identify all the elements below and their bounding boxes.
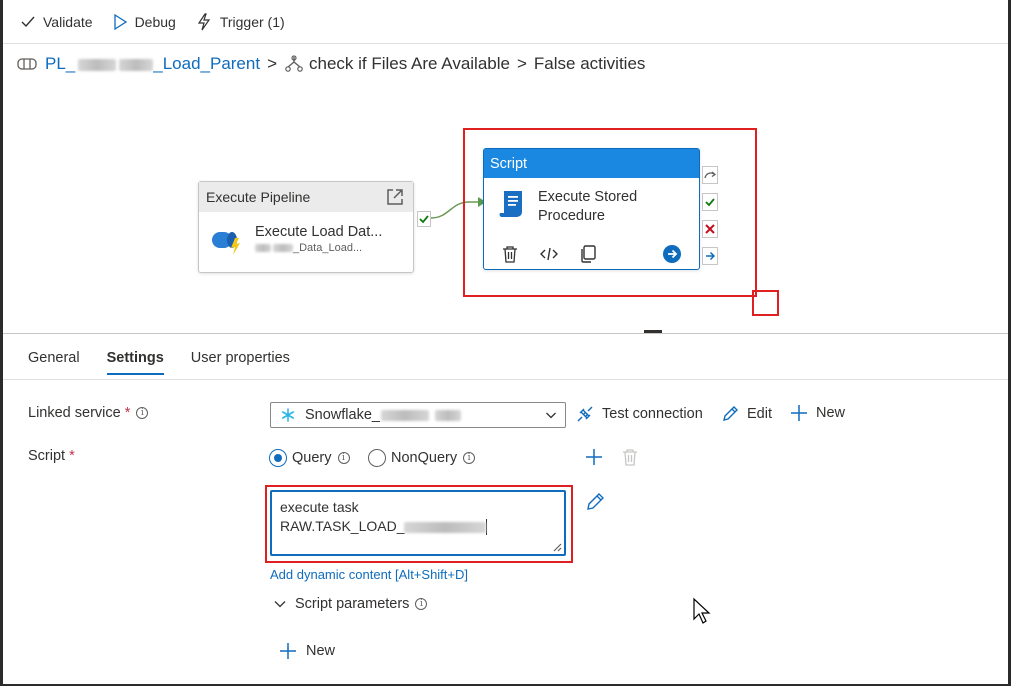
- snowflake-icon: [281, 408, 295, 422]
- delete-script-icon[interactable]: [622, 448, 638, 466]
- highlight-box: [752, 290, 779, 316]
- checkmark-icon: [419, 215, 429, 224]
- splitter-handle[interactable]: [644, 330, 662, 333]
- execute-pipeline-icon: [209, 224, 243, 256]
- breadcrumb: PL_ _Load_Parent > check if Files Are Ava…: [17, 54, 645, 74]
- add-script-icon[interactable]: [585, 448, 603, 466]
- redacted-text: [78, 59, 116, 71]
- mouse-pointer-icon: [692, 597, 712, 625]
- activity-name: Execute Load Dat...: [255, 224, 382, 240]
- linked-service-label: Linked service * i: [28, 405, 148, 421]
- lightning-icon: [196, 13, 212, 31]
- edit-label: Edit: [747, 406, 772, 422]
- test-connection-button[interactable]: Test connection: [576, 405, 703, 423]
- test-connection-label: Test connection: [602, 406, 703, 422]
- play-icon: [113, 14, 127, 30]
- new-label: New: [816, 405, 845, 421]
- breadcrumb-separator: >: [267, 54, 277, 74]
- trigger-label: Trigger (1): [220, 14, 285, 30]
- info-icon[interactable]: i: [463, 452, 475, 464]
- info-icon[interactable]: i: [136, 407, 148, 419]
- validate-button[interactable]: Validate: [21, 14, 93, 30]
- properties-tabs: General Settings User properties: [28, 350, 290, 375]
- radio-selected: [269, 449, 287, 467]
- highlight-box: [463, 128, 757, 297]
- redacted-text: [273, 244, 293, 252]
- debug-button[interactable]: Debug: [113, 14, 176, 30]
- redacted-text: [435, 410, 461, 421]
- tab-settings[interactable]: Settings: [107, 350, 164, 375]
- chevron-down-icon: [273, 597, 287, 611]
- script-label: Script *: [28, 448, 75, 464]
- required-asterisk: *: [69, 448, 75, 464]
- plus-icon: [790, 404, 808, 422]
- breadcrumb-pipeline-prefix: PL_: [45, 54, 75, 73]
- breadcrumb-condition[interactable]: check if Files Are Available: [309, 54, 510, 74]
- execute-pipeline-activity[interactable]: Execute Pipeline Execute Load Dat... _Da…: [198, 181, 414, 273]
- new-parameter-button[interactable]: New: [279, 642, 335, 660]
- checkmark-icon: [21, 16, 35, 28]
- pencil-icon: [721, 405, 739, 423]
- tab-general[interactable]: General: [28, 350, 80, 375]
- open-external-icon[interactable]: [385, 187, 405, 207]
- script-parameters-label: Script parameters: [295, 596, 409, 612]
- query-label: Query: [292, 450, 332, 466]
- linked-service-value: Snowflake_: [305, 407, 380, 423]
- linked-service-label-text: Linked service: [28, 405, 121, 421]
- pipeline-editor: Validate Debug Trigger (1) PL_ _Load_Pare…: [3, 0, 1008, 684]
- pipeline-icon: [17, 57, 37, 71]
- plug-icon: [576, 405, 594, 423]
- breadcrumb-pipeline-suffix: _Load_Parent: [153, 54, 260, 73]
- breadcrumb-branch: False activities: [534, 54, 645, 74]
- tabs-divider: [3, 379, 1008, 380]
- debug-label: Debug: [135, 14, 176, 30]
- toolbar: Validate Debug Trigger (1): [3, 0, 1008, 44]
- activity-subtitle: _Data_Load...: [255, 242, 382, 254]
- activity-header: Execute Pipeline: [199, 182, 413, 212]
- redacted-text: [119, 59, 153, 71]
- activity-subtitle-text: _Data_Load...: [293, 242, 362, 254]
- nonquery-radio[interactable]: NonQuery i: [368, 449, 475, 467]
- new-parameter-label: New: [306, 643, 335, 659]
- validate-label: Validate: [43, 14, 93, 30]
- edit-linked-service-button[interactable]: Edit: [721, 405, 772, 423]
- query-radio[interactable]: Query i: [269, 449, 350, 467]
- linked-service-select[interactable]: Snowflake_: [270, 402, 566, 428]
- trigger-button[interactable]: Trigger (1): [196, 13, 285, 31]
- redacted-text: [381, 410, 429, 421]
- radio-unselected: [368, 449, 386, 467]
- script-label-text: Script: [28, 448, 65, 464]
- nonquery-label: NonQuery: [391, 450, 457, 466]
- new-linked-service-button[interactable]: New: [790, 404, 845, 422]
- info-icon[interactable]: i: [338, 452, 350, 464]
- breadcrumb-separator: >: [517, 54, 527, 74]
- breadcrumb-pipeline-link[interactable]: PL_ _Load_Parent: [45, 54, 260, 74]
- highlight-box: [265, 485, 573, 563]
- info-icon[interactable]: i: [415, 598, 427, 610]
- required-asterisk: *: [125, 405, 131, 421]
- panel-splitter[interactable]: [3, 333, 1008, 334]
- script-parameters-toggle[interactable]: Script parameters i: [273, 596, 427, 612]
- plus-icon: [279, 642, 297, 660]
- pencil-icon[interactable]: [585, 492, 605, 512]
- activity-type-label: Execute Pipeline: [206, 189, 310, 205]
- redacted-text: [255, 244, 271, 252]
- on-success-handle[interactable]: [417, 211, 431, 227]
- chevron-down-icon: [545, 409, 557, 421]
- tab-user-properties[interactable]: User properties: [191, 350, 290, 375]
- if-condition-icon: [284, 55, 304, 73]
- add-dynamic-content-link[interactable]: Add dynamic content [Alt+Shift+D]: [270, 567, 468, 582]
